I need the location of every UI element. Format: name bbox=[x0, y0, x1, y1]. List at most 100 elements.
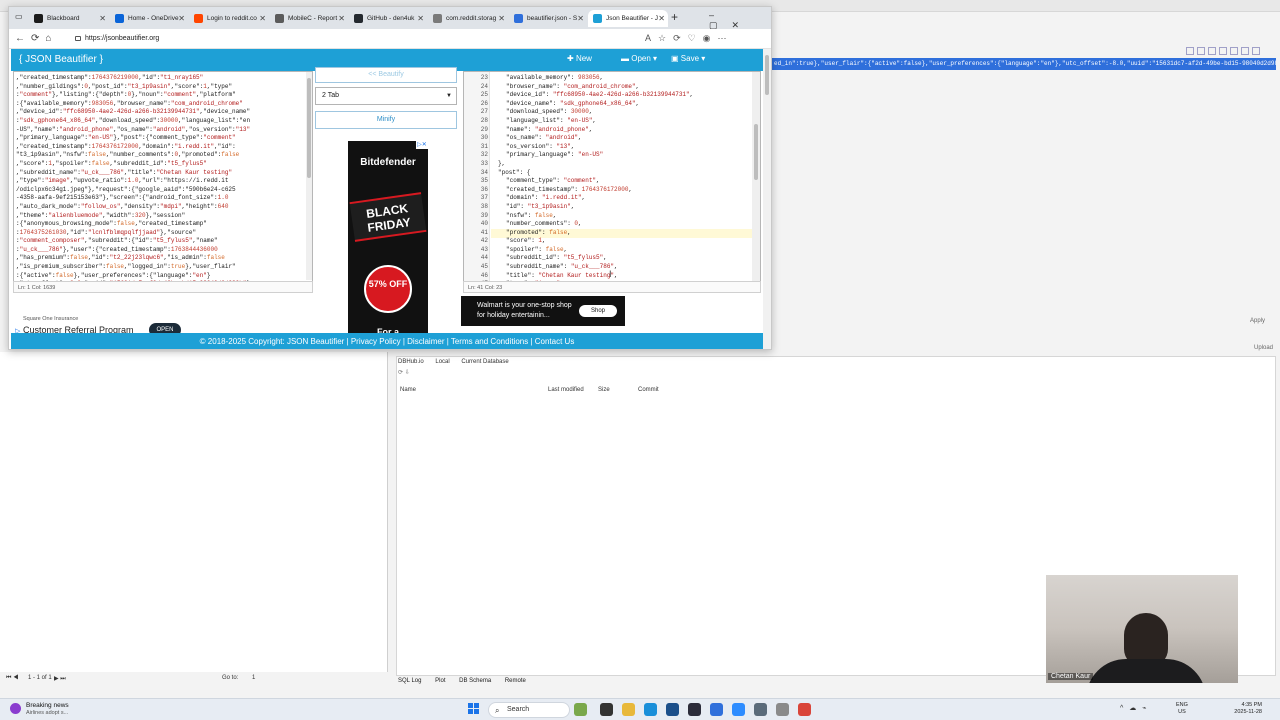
system-tray[interactable]: ^☁⌁ bbox=[1120, 704, 1153, 712]
edge-icon[interactable] bbox=[644, 703, 657, 716]
close-icon[interactable]: ✕ bbox=[577, 14, 584, 23]
tab-mobilec-report[interactable]: MobileC - Report ✕ bbox=[270, 10, 348, 27]
address-bar-icons[interactable]: A☆⟳♡◉⋯ bbox=[645, 33, 734, 44]
page-footer[interactable]: © 2018-2025 Copyright: JSON Beautifier |… bbox=[11, 333, 763, 349]
news-widget-icon[interactable] bbox=[10, 703, 21, 714]
search-icon bbox=[514, 14, 523, 23]
toolbar-icon[interactable] bbox=[1219, 47, 1227, 55]
outlook-icon[interactable] bbox=[666, 703, 679, 716]
line-number: 35 bbox=[480, 177, 488, 185]
db-toolbar-icons[interactable] bbox=[1186, 46, 1278, 56]
language-indicator[interactable]: ENG US bbox=[1176, 702, 1188, 716]
tab-beautifier-json[interactable]: beautifier.json - S ✕ bbox=[509, 10, 587, 27]
upload-button[interactable]: Upload bbox=[1254, 345, 1273, 351]
taskbar-search[interactable]: ⌕ Search bbox=[488, 702, 570, 718]
widget-app-icon[interactable] bbox=[574, 703, 587, 716]
url-input[interactable]: https://jsonbeautifier.org bbox=[71, 32, 631, 46]
tab-blackboard[interactable]: Blackboard ✕ bbox=[29, 10, 109, 27]
save-button[interactable]: ▣ Save ▾ bbox=[671, 54, 705, 63]
toolbar-icon[interactable] bbox=[1230, 47, 1238, 55]
pager-last-icon[interactable]: ▶ ⏭ bbox=[54, 675, 66, 683]
app-title[interactable]: { JSON Beautifier } bbox=[19, 54, 103, 65]
indent-select[interactable]: 2 Tab ▼ bbox=[315, 87, 457, 105]
windows-start-icon[interactable] bbox=[468, 703, 480, 715]
terminal-icon[interactable] bbox=[688, 703, 701, 716]
news-subtitle[interactable]: Airlines adopt s... bbox=[26, 710, 68, 716]
open-button[interactable]: ▬ Open ▾ bbox=[621, 54, 657, 63]
toolbar-icon[interactable] bbox=[1186, 47, 1194, 55]
page-scrollbar[interactable] bbox=[763, 49, 771, 349]
goto-input[interactable]: 1 bbox=[252, 675, 255, 681]
window-controls[interactable]: –▢✕ bbox=[709, 10, 771, 31]
input-json-text[interactable]: ,"created_timestamp":1764376219000,"id":… bbox=[16, 74, 306, 289]
code-line: /odiclpx6c34g1.jpeg"},"request":{"google… bbox=[16, 185, 236, 193]
app-icon[interactable] bbox=[754, 703, 767, 716]
tab-local[interactable]: Local bbox=[435, 359, 449, 365]
file-explorer-icon[interactable] bbox=[622, 703, 635, 716]
minify-button[interactable]: Minify bbox=[315, 111, 457, 129]
tab-remote[interactable]: Remote bbox=[505, 678, 526, 684]
scroll-thumb[interactable] bbox=[765, 55, 769, 95]
bitdefender-ad[interactable]: ▷✕ Bitdefender BLACK FRIDAY 57% OFF For … bbox=[348, 141, 428, 339]
tab-sql-log[interactable]: SQL Log bbox=[398, 678, 421, 684]
toolbar-icon[interactable] bbox=[1252, 47, 1260, 55]
webcam-name-label: Chetan Kaur bbox=[1048, 673, 1094, 680]
code-line: ,"number_gildings":0,"post_id":"t3_1p9as… bbox=[16, 82, 233, 90]
new-button[interactable]: ✚ New bbox=[567, 54, 592, 63]
close-icon[interactable]: ✕ bbox=[338, 14, 345, 23]
close-icon[interactable]: ✕ bbox=[99, 14, 106, 23]
col-name[interactable]: Name bbox=[400, 387, 416, 393]
refresh-icon[interactable]: ⟳ ⇩ bbox=[398, 369, 519, 376]
close-icon[interactable]: ✕ bbox=[498, 14, 505, 23]
tab-dbhub[interactable]: DBHub.io bbox=[398, 359, 424, 365]
task-view-icon[interactable] bbox=[600, 703, 613, 716]
close-icon[interactable]: ✕ bbox=[658, 14, 665, 23]
win-square bbox=[468, 709, 473, 714]
tab-github[interactable]: GitHub - den4uk ✕ bbox=[349, 10, 427, 27]
tab-actions-icon[interactable]: ▭ bbox=[15, 12, 23, 21]
toolbar-icon[interactable] bbox=[1197, 47, 1205, 55]
beautify-button[interactable]: << Beautify bbox=[315, 67, 457, 83]
tab-current-database[interactable]: Current Database bbox=[461, 359, 508, 365]
code-line: :"comment_composer","subreddit":{"id":"t… bbox=[16, 237, 218, 245]
code-line: :{"active":false},"user_preferences":{"l… bbox=[16, 271, 211, 279]
new-tab-button[interactable]: + bbox=[671, 10, 678, 24]
right-editor-scrollbar[interactable] bbox=[752, 72, 760, 282]
apply-button[interactable]: Apply bbox=[1250, 318, 1265, 324]
tab-plot[interactable]: Plot bbox=[435, 678, 445, 684]
news-title[interactable]: Breaking news bbox=[26, 702, 69, 709]
close-icon[interactable]: ✕ bbox=[417, 14, 424, 23]
scroll-thumb[interactable] bbox=[754, 124, 758, 180]
close-icon[interactable]: ✕ bbox=[178, 14, 185, 23]
walmart-shop-button[interactable]: Shop bbox=[579, 305, 617, 317]
vscode-icon[interactable] bbox=[710, 703, 723, 716]
tab-reddit-login[interactable]: Login to reddit.co ✕ bbox=[189, 10, 269, 27]
left-editor-scrollbar[interactable] bbox=[306, 72, 312, 280]
output-json-editor[interactable]: 23 24 25 26 27 28 29 30 31 32 33 34 35 36 37 38 39 40 41 42… bbox=[463, 71, 761, 293]
toolbar-icon[interactable] bbox=[1208, 47, 1216, 55]
screen-recorder-icon[interactable] bbox=[798, 703, 811, 716]
code-line: "download_speed": 30000, bbox=[506, 108, 593, 116]
output-json-text[interactable]: "available_memory": 983056, "browser_name… bbox=[498, 74, 748, 289]
ad-choices-icon[interactable]: ▷✕ bbox=[416, 141, 428, 149]
tab-db-schema[interactable]: DB Schema bbox=[459, 678, 491, 684]
col-commit[interactable]: Commit bbox=[638, 387, 659, 393]
code-line: ,"has_premium":false,"id":"t2_22j23lqwc6… bbox=[16, 254, 225, 262]
close-icon[interactable]: ✕ bbox=[259, 14, 266, 23]
walmart-ad[interactable]: Walmart is your one-stop shop for holida… bbox=[461, 296, 625, 326]
ad-brand: Bitdefender bbox=[360, 157, 416, 168]
col-size[interactable]: Size bbox=[598, 387, 610, 393]
zoom-icon[interactable] bbox=[732, 703, 745, 716]
app-icon[interactable] bbox=[776, 703, 789, 716]
clock[interactable]: 4:35 PM 2025-11-28 bbox=[1224, 702, 1262, 716]
tab-json-beautifier[interactable]: Json Beautifier - J ✕ bbox=[588, 10, 668, 27]
tab-reddit-storage[interactable]: com.reddit.storag ✕ bbox=[428, 10, 508, 27]
selected-json-text[interactable]: ed_in":true},"user_flair":{"active":fals… bbox=[772, 58, 1276, 70]
tab-onedrive[interactable]: Home - OneDrive ✕ bbox=[110, 10, 188, 27]
input-json-editor[interactable]: ,"created_timestamp":1764376219000,"id":… bbox=[13, 71, 313, 293]
nav-buttons[interactable]: ←⟳⌂ bbox=[15, 33, 57, 44]
col-last-modified[interactable]: Last modified bbox=[548, 387, 584, 393]
scroll-thumb[interactable] bbox=[307, 78, 311, 178]
toolbar-icon[interactable] bbox=[1241, 47, 1249, 55]
pager-first-icon[interactable]: ⏮ ◀ bbox=[6, 675, 18, 682]
